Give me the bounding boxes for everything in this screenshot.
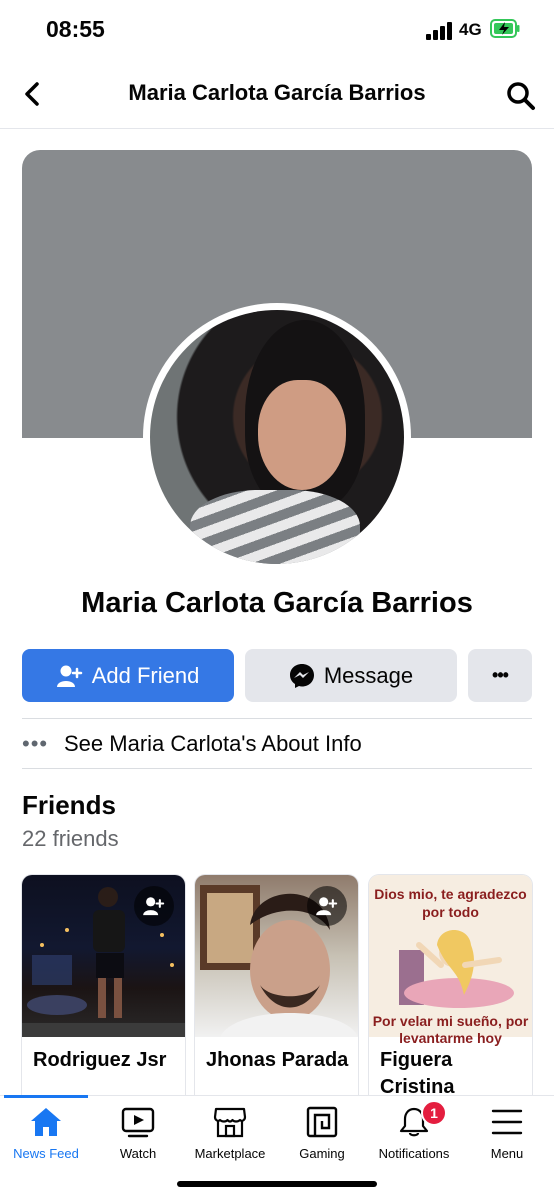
active-tab-indicator xyxy=(4,1095,88,1098)
friend-card[interactable]: Rodriguez Jsr xyxy=(22,875,185,1105)
add-friend-small-button[interactable] xyxy=(307,886,347,926)
add-friend-icon xyxy=(143,897,165,916)
messenger-icon xyxy=(289,663,314,688)
add-friend-icon xyxy=(316,897,338,916)
top-navigation: Maria Carlota García Barrios xyxy=(0,60,554,129)
menu-icon xyxy=(491,1109,523,1135)
watch-icon xyxy=(121,1107,155,1138)
more-options-button[interactable]: ••• xyxy=(468,649,532,702)
status-bar: 08:55 4G xyxy=(0,0,554,60)
divider xyxy=(22,768,532,769)
home-icon xyxy=(31,1108,61,1136)
avatar xyxy=(150,310,404,564)
gaming-icon xyxy=(306,1106,338,1138)
profile-picture[interactable] xyxy=(143,303,411,571)
header-title: Maria Carlota García Barrios xyxy=(128,80,426,105)
home-indicator[interactable] xyxy=(177,1181,377,1187)
add-friend-small-button[interactable] xyxy=(134,886,174,926)
message-button[interactable]: Message xyxy=(245,649,457,702)
network-type: 4G xyxy=(459,20,482,39)
tab-label: Menu xyxy=(490,1146,524,1161)
battery-icon xyxy=(490,19,520,38)
meme-caption-bottom: Por velar mi sueño, por levantarme hoy xyxy=(372,1013,529,1046)
friend-name: Jhonas Parada xyxy=(206,1049,349,1071)
more-dots-icon: ••• xyxy=(492,665,509,685)
dots-icon: ••• xyxy=(22,731,49,756)
notification-count-badge: 1 xyxy=(421,1100,447,1126)
about-info-link[interactable]: ••• See Maria Carlota's About Info xyxy=(22,720,532,768)
signal-icon xyxy=(426,22,454,40)
about-info-label: See Maria Carlota's About Info xyxy=(64,731,362,756)
friend-card[interactable]: Jhonas Parada xyxy=(195,875,358,1105)
friend-card[interactable]: Dios mio, te agradezco por todo Por vela… xyxy=(369,875,532,1105)
friend-name: Rodriguez Jsr xyxy=(33,1049,167,1071)
friends-count: 22 friends xyxy=(22,826,119,851)
add-friend-icon xyxy=(56,665,82,687)
divider xyxy=(22,718,532,719)
marketplace-icon xyxy=(213,1107,247,1138)
profile-name: Maria Carlota García Barrios xyxy=(81,587,473,619)
status-time: 08:55 xyxy=(46,16,105,42)
search-icon[interactable] xyxy=(505,80,537,112)
message-label: Message xyxy=(323,662,414,688)
friends-section-title: Friends xyxy=(22,790,116,820)
add-friend-label: Add Friend xyxy=(91,662,200,688)
friend-photo: Dios mio, te agradezco por todo Por vela… xyxy=(369,875,532,1046)
tab-menu[interactable]: Menu xyxy=(452,1106,554,1168)
add-friend-button[interactable]: Add Friend xyxy=(22,649,234,702)
friend-name: Figuera Cristina xyxy=(380,1049,455,1098)
